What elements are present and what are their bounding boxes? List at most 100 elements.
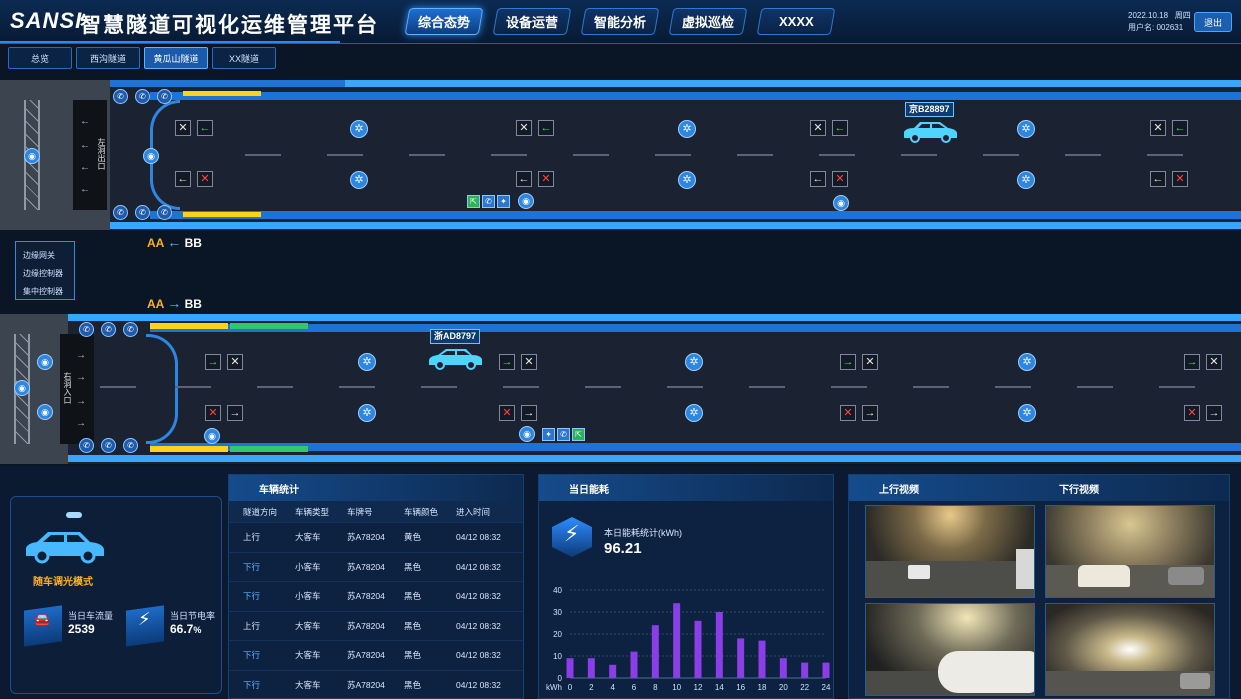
upper-phone-icon-3[interactable]: ✆ bbox=[157, 89, 172, 104]
tab-xx[interactable]: XX隧道 bbox=[212, 47, 276, 69]
fan-icon[interactable]: ✲ bbox=[350, 171, 368, 189]
lower-phone-icon-6[interactable]: ✆ bbox=[123, 438, 138, 453]
tab-overview[interactable]: 总览 bbox=[8, 47, 72, 69]
lane-signal-arrow-icon[interactable]: ← bbox=[1172, 120, 1188, 136]
lane-signal-x-icon[interactable]: ✕ bbox=[499, 405, 515, 421]
lane-signal-arrow-icon[interactable]: → bbox=[499, 354, 515, 370]
lane-signal-arrow-icon[interactable]: → bbox=[521, 405, 537, 421]
table-row[interactable]: 下行 大客车 苏A78204 黑色 04/12 08:32 bbox=[229, 671, 523, 699]
nav-device-ops[interactable]: 设备运营 bbox=[492, 8, 572, 35]
upper-phone-icon-6[interactable]: ✆ bbox=[157, 205, 172, 220]
camera-icon[interactable]: ◉ bbox=[204, 428, 220, 444]
lower-phone-icon-5[interactable]: ✆ bbox=[101, 438, 116, 453]
fan-icon[interactable]: ✲ bbox=[358, 353, 376, 371]
car-icon[interactable] bbox=[900, 118, 960, 144]
exit-sign-icon[interactable]: ⇱ bbox=[467, 195, 480, 208]
lane-signal-arrow-icon[interactable]: → bbox=[1184, 354, 1200, 370]
nav-smart-analysis[interactable]: 智能分析 bbox=[580, 8, 660, 35]
fan-icon[interactable]: ✲ bbox=[1017, 171, 1035, 189]
title-underline bbox=[0, 41, 340, 43]
lane-signal-arrow-icon[interactable]: → bbox=[227, 405, 243, 421]
phone-icon[interactable]: ✆ bbox=[557, 428, 570, 441]
lane-signal-x-icon[interactable]: ✕ bbox=[1184, 405, 1200, 421]
tab-xigou[interactable]: 西沟隧道 bbox=[76, 47, 140, 69]
lane-signal-arrow-icon[interactable]: → bbox=[862, 405, 878, 421]
upper-portal-camera-icon[interactable]: ◉ bbox=[24, 148, 40, 164]
lane-signal-x-icon[interactable]: ✕ bbox=[840, 405, 856, 421]
car-icon[interactable] bbox=[426, 345, 486, 371]
upper-phone-icon-1[interactable]: ✆ bbox=[113, 89, 128, 104]
lane-signal-arrow-icon[interactable]: ← bbox=[175, 171, 191, 187]
video-feed-up-2[interactable] bbox=[865, 603, 1035, 696]
lane-signal-arrow-icon[interactable]: → bbox=[840, 354, 856, 370]
lower-sensor-icon-2[interactable]: ◉ bbox=[37, 404, 53, 420]
lower-phone-icon-4[interactable]: ✆ bbox=[79, 438, 94, 453]
fan-icon[interactable]: ✲ bbox=[1017, 120, 1035, 138]
legend-edge-gateway[interactable]: 边缘网关 bbox=[23, 247, 67, 265]
upper-entry-camera-icon[interactable]: ◉ bbox=[143, 148, 159, 164]
camera-icon[interactable]: ◉ bbox=[833, 195, 849, 211]
lane-signal-x-icon[interactable]: ✕ bbox=[538, 171, 554, 187]
fan-icon[interactable]: ✲ bbox=[678, 171, 696, 189]
table-row[interactable]: 下行 小客车 苏A78204 黑色 04/12 08:32 bbox=[229, 582, 523, 612]
video-feed-down-1[interactable] bbox=[1045, 505, 1215, 598]
legend-central-controller[interactable]: 集中控制器 bbox=[23, 283, 67, 301]
table-row[interactable]: 下行 大客车 苏A78204 黑色 04/12 08:32 bbox=[229, 641, 523, 671]
lane-signal-arrow-icon[interactable]: → bbox=[205, 354, 221, 370]
lane-signal-x-icon[interactable]: ✕ bbox=[862, 354, 878, 370]
lane-signal-arrow-icon[interactable]: → bbox=[1206, 405, 1222, 421]
lane-signal-arrow-icon[interactable]: ← bbox=[516, 171, 532, 187]
table-row[interactable]: 上行 大客车 苏A78204 黄色 04/12 08:32 bbox=[229, 523, 523, 553]
lane-signal-x-icon[interactable]: ✕ bbox=[205, 405, 221, 421]
exit-sign-icon[interactable]: ⇱ bbox=[572, 428, 585, 441]
lane-signal-x-icon[interactable]: ✕ bbox=[1150, 120, 1166, 136]
camera-icon[interactable]: ◉ bbox=[519, 426, 535, 442]
lower-portal-camera-icon[interactable]: ◉ bbox=[14, 380, 30, 396]
fire-icon[interactable]: ✦ bbox=[542, 428, 555, 441]
phone-icon[interactable]: ✆ bbox=[482, 195, 495, 208]
lane-signal-x-icon[interactable]: ✕ bbox=[521, 354, 537, 370]
lane-signal-x-icon[interactable]: ✕ bbox=[227, 354, 243, 370]
video-feed-up-1[interactable] bbox=[865, 505, 1035, 598]
upper-sign-arrow-3: ← bbox=[80, 162, 90, 173]
lane-signal-arrow-icon[interactable]: ← bbox=[1150, 171, 1166, 187]
camera-icon[interactable]: ◉ bbox=[518, 193, 534, 209]
lane-signal-arrow-icon[interactable]: ← bbox=[197, 120, 213, 136]
lower-sensor-icon-1[interactable]: ◉ bbox=[37, 354, 53, 370]
car-shape bbox=[1168, 567, 1204, 585]
table-row[interactable]: 上行 大客车 苏A78204 黑色 04/12 08:32 bbox=[229, 612, 523, 641]
lane-signal-x-icon[interactable]: ✕ bbox=[175, 120, 191, 136]
fan-icon[interactable]: ✲ bbox=[678, 120, 696, 138]
nav-virtual-inspection[interactable]: 虚拟巡检 bbox=[668, 8, 748, 35]
lane-signal-x-icon[interactable]: ✕ bbox=[810, 120, 826, 136]
legend-edge-controller[interactable]: 边缘控制器 bbox=[23, 265, 67, 283]
lower-phone-icon-3[interactable]: ✆ bbox=[123, 322, 138, 337]
fan-icon[interactable]: ✲ bbox=[358, 404, 376, 422]
nav-overview[interactable]: 综合态势 bbox=[404, 8, 484, 35]
lower-tunnel-top-stripe bbox=[68, 314, 1241, 321]
logout-button[interactable]: 退出 bbox=[1194, 12, 1232, 32]
fan-icon[interactable]: ✲ bbox=[685, 353, 703, 371]
lane-signal-x-icon[interactable]: ✕ bbox=[1206, 354, 1222, 370]
upper-phone-icon-2[interactable]: ✆ bbox=[135, 89, 150, 104]
lower-phone-icon-2[interactable]: ✆ bbox=[101, 322, 116, 337]
lower-phone-icon-1[interactable]: ✆ bbox=[79, 322, 94, 337]
nav-xxxx[interactable]: XXXX bbox=[756, 8, 836, 35]
upper-phone-icon-4[interactable]: ✆ bbox=[113, 205, 128, 220]
table-row[interactable]: 下行 小客车 苏A78204 黑色 04/12 08:32 bbox=[229, 553, 523, 582]
video-feed-down-2[interactable] bbox=[1045, 603, 1215, 696]
lane-signal-x-icon[interactable]: ✕ bbox=[516, 120, 532, 136]
lane-signal-arrow-icon[interactable]: ← bbox=[832, 120, 848, 136]
lane-signal-x-icon[interactable]: ✕ bbox=[832, 171, 848, 187]
lane-signal-arrow-icon[interactable]: ← bbox=[538, 120, 554, 136]
fan-icon[interactable]: ✲ bbox=[1018, 404, 1036, 422]
fan-icon[interactable]: ✲ bbox=[1018, 353, 1036, 371]
fan-icon[interactable]: ✲ bbox=[685, 404, 703, 422]
tab-huangguashan[interactable]: 黄瓜山隧道 bbox=[144, 47, 208, 69]
fire-icon[interactable]: ✦ bbox=[497, 195, 510, 208]
lane-signal-x-icon[interactable]: ✕ bbox=[197, 171, 213, 187]
fan-icon[interactable]: ✲ bbox=[350, 120, 368, 138]
lane-signal-x-icon[interactable]: ✕ bbox=[1172, 171, 1188, 187]
upper-phone-icon-5[interactable]: ✆ bbox=[135, 205, 150, 220]
lane-signal-arrow-icon[interactable]: ← bbox=[810, 171, 826, 187]
